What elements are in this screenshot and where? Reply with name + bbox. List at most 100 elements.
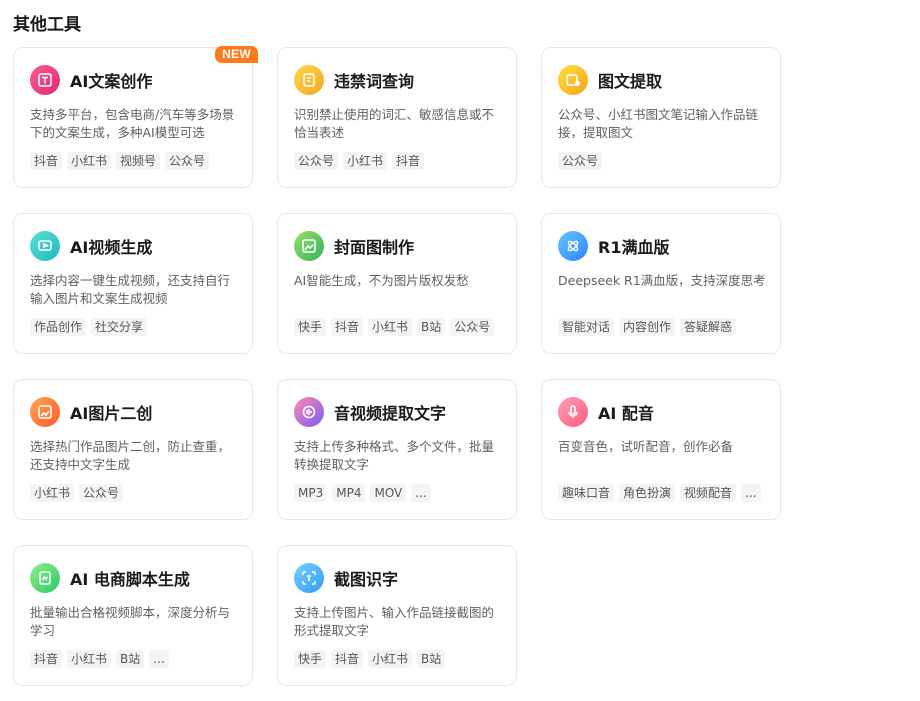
tool-card[interactable]: AI 电商脚本生成批量输出合格视频脚本，深度分析与学习抖音 小红书 B站...	[13, 545, 253, 686]
tag: 趣味口音	[558, 484, 615, 502]
tag: 答疑解惑	[680, 318, 737, 336]
card-title: AI 配音	[598, 404, 654, 423]
tag: 内容创作	[619, 318, 676, 336]
tag: 社交分享	[91, 318, 148, 336]
card-description: AI智能生成，不为图片版权发愁	[294, 273, 469, 288]
tool-card[interactable]: 封面图制作 AI智能生成，不为图片版权发愁快手 抖音 小红书 B站 公众号	[277, 213, 517, 354]
tag: 小红书	[343, 152, 388, 170]
card-title: AI视频生成	[70, 238, 153, 257]
card-title: AI图片二创	[70, 404, 153, 423]
card-header: AI视频生成	[30, 231, 152, 261]
tag: 抖音	[331, 318, 364, 336]
tool-card[interactable]: AI 配音 百变音色，试听配音，创作必备 趣味口音 角色扮演 视频配音...	[541, 379, 781, 520]
card-title: 截图识字	[334, 570, 399, 589]
cover-image-icon	[294, 231, 324, 261]
card-title: R1满血版	[598, 238, 670, 257]
card-description: Deepseek R1满血版，支持深度思考	[558, 273, 766, 288]
tag: 智能对话	[558, 318, 615, 336]
tag: 公众号	[450, 318, 495, 336]
tag: 小红书	[67, 650, 112, 668]
tool-card[interactable]: R1满血版 Deepseek R1满血版，支持深度思考 智能对话 内容创作 答疑解惑	[541, 213, 781, 354]
tag: 抖音	[30, 650, 63, 668]
card-title: 图文提取	[598, 72, 663, 91]
card-title: 音视频提取文字	[334, 404, 447, 423]
card-description: 公众号、小红书图文笔记输入作品链接，提取图文	[558, 107, 759, 140]
tag: MP3	[294, 484, 328, 502]
card-header: 违禁词查询	[294, 65, 414, 95]
audio-text-icon	[294, 397, 324, 427]
tools-grid: AI文案创作支持多平台，包含电商/汽车等多场景下的文案生成，多种AI模型可选抖音…	[13, 46, 781, 686]
tag: ...	[149, 650, 169, 668]
tag: B站	[417, 318, 446, 336]
microphone-icon	[558, 397, 588, 427]
tag: 作品创作	[30, 318, 87, 336]
card-header: 图文提取	[558, 65, 662, 95]
card-header: 音视频提取文字	[294, 397, 446, 427]
new-badge: NEW	[215, 46, 258, 63]
tag-list: 快手 抖音 小红书 B站	[294, 650, 446, 668]
tag: 抖音	[331, 650, 364, 668]
tag: 抖音	[392, 152, 425, 170]
tag: 小红书	[30, 484, 75, 502]
card-description: 识别禁止使用的词汇、敏感信息或不恰当表述	[294, 107, 495, 140]
card-title: 违禁词查询	[334, 72, 415, 91]
card-description: 支持上传图片、输入作品链接截图的形式提取文字	[294, 605, 495, 638]
tag-list: 公众号 小红书 抖音	[294, 152, 425, 170]
card-description: 选择热门作品图片二创，防止查重，还支持中文字生成	[30, 439, 231, 472]
card-header: AI 电商脚本生成	[30, 563, 190, 593]
tool-card[interactable]: 截图识字支持上传图片、输入作品链接截图的形式提取文字快手 抖音 小红书 B站	[277, 545, 517, 686]
tag: 快手	[294, 318, 327, 336]
card-header: 封面图制作	[294, 231, 414, 261]
document-check-icon	[294, 65, 324, 95]
tool-card[interactable]: AI视频生成选择内容一键生成视频，还支持自行输入图片和文案生成视频作品创作 社交分…	[13, 213, 253, 354]
tool-card[interactable]: 图文提取公众号、小红书图文笔记输入作品链接，提取图文公众号	[541, 47, 781, 188]
text-edit-icon	[30, 65, 60, 95]
tag: 公众号	[294, 152, 339, 170]
tag-list: 快手 抖音 小红书 B站 公众号	[294, 318, 495, 336]
card-description: 百变音色，试听配音，创作必备	[558, 439, 734, 454]
tag: 视频配音	[680, 484, 737, 502]
tag-list: 公众号	[558, 152, 603, 170]
tool-card[interactable]: 违禁词查询识别禁止使用的词汇、敏感信息或不恰当表述公众号 小红书 抖音	[277, 47, 517, 188]
card-header: 截图识字	[294, 563, 398, 593]
tag: MOV	[370, 484, 407, 502]
tag: B站	[417, 650, 446, 668]
tag: 小红书	[67, 152, 112, 170]
tag: ...	[411, 484, 431, 502]
atom-icon	[558, 231, 588, 261]
tag-list: 抖音 小红书 视频号 公众号	[30, 152, 210, 170]
card-header: AI图片二创	[30, 397, 152, 427]
image-extract-icon	[558, 65, 588, 95]
card-description: 支持上传多种格式、多个文件，批量转换提取文字	[294, 439, 495, 472]
card-header: AI文案创作	[30, 65, 152, 95]
tag: B站	[116, 650, 145, 668]
tag: 角色扮演	[619, 484, 676, 502]
tag-list: 抖音 小红书 B站...	[30, 650, 169, 668]
tool-card[interactable]: AI图片二创选择热门作品图片二创，防止查重，还支持中文字生成小红书 公众号	[13, 379, 253, 520]
tool-card[interactable]: AI文案创作支持多平台，包含电商/汽车等多场景下的文案生成，多种AI模型可选抖音…	[13, 46, 258, 188]
image-remix-icon	[30, 397, 60, 427]
tag-list: MP3 MP4 MOV...	[294, 484, 431, 502]
screenshot-text-icon	[294, 563, 324, 593]
card-title: 封面图制作	[334, 238, 415, 257]
card-description: 批量输出合格视频脚本，深度分析与学习	[30, 605, 231, 638]
tag: 小红书	[368, 650, 413, 668]
tag: 快手	[294, 650, 327, 668]
tag: 公众号	[558, 152, 603, 170]
tag: 公众号	[79, 484, 124, 502]
tag: 视频号	[116, 152, 161, 170]
tag-list: 小红书 公众号	[30, 484, 124, 502]
tag-list: 趣味口音 角色扮演 视频配音...	[558, 484, 761, 502]
card-description: 支持多平台，包含电商/汽车等多场景下的文案生成，多种AI模型可选	[30, 107, 235, 140]
section-title: 其他工具	[13, 15, 81, 35]
card-header: AI 配音	[558, 397, 654, 427]
tag: 抖音	[30, 152, 63, 170]
tag: 公众号	[165, 152, 210, 170]
tag: ...	[741, 484, 761, 502]
tag-list: 作品创作 社交分享	[30, 318, 148, 336]
tool-card[interactable]: 音视频提取文字支持上传多种格式、多个文件，批量转换提取文字 MP3 MP4 MOV..…	[277, 379, 517, 520]
tag-list: 智能对话 内容创作 答疑解惑	[558, 318, 737, 336]
card-description: 选择内容一键生成视频，还支持自行输入图片和文案生成视频	[30, 273, 231, 306]
card-header: R1满血版	[558, 231, 669, 261]
card-title: AI 电商脚本生成	[70, 570, 190, 589]
